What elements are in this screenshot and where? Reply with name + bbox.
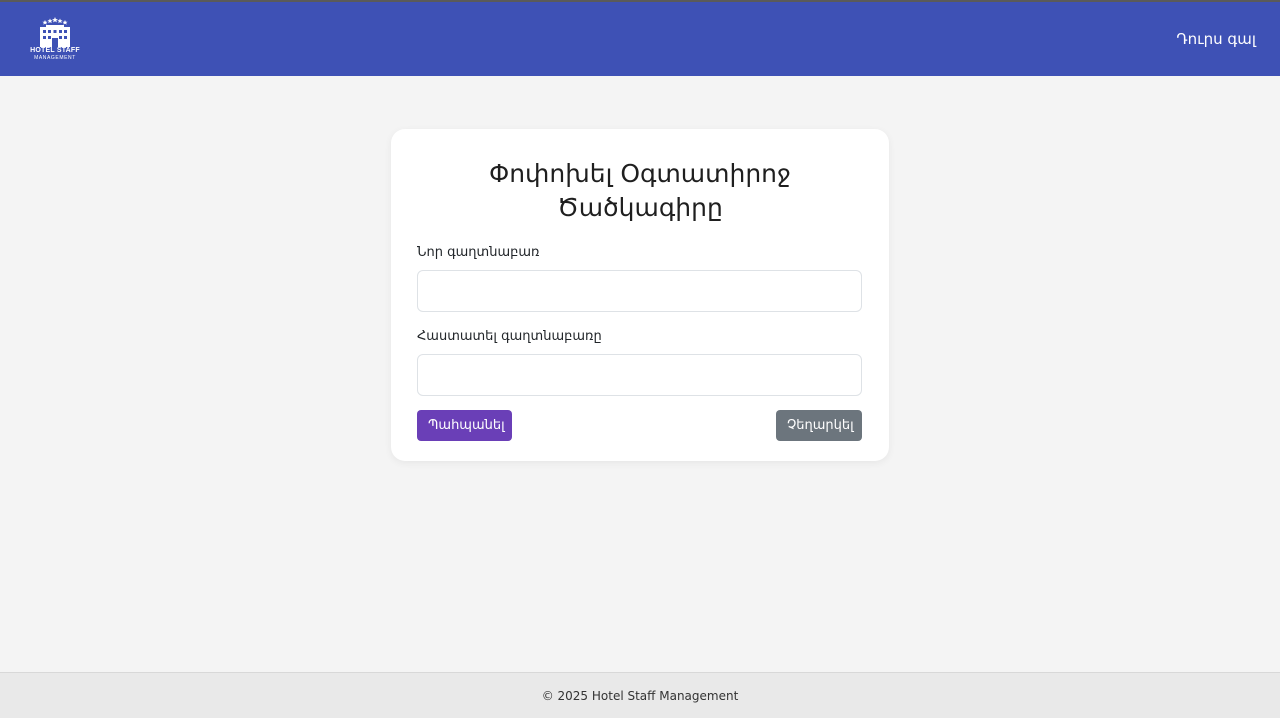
new-password-label: Նոր գաղտնաբառ [417,245,540,260]
hotel-logo[interactable]: HOTEL STAFF MANAGEMENT [30,15,80,63]
navbar: HOTEL STAFF MANAGEMENT Դուրս գալ [0,2,1280,76]
logout-link[interactable]: Դուրս գալ [1176,30,1256,48]
new-password-group: Նոր գաղտնաբառ [417,245,863,312]
hotel-building-icon [40,17,70,47]
logo-subtitle: MANAGEMENT [34,55,76,61]
confirm-password-label: Հաստատել գաղտնաբառը [417,329,602,344]
save-button[interactable]: Պահպանել [417,410,512,441]
confirm-password-group: Հաստատել գաղտնաբառը [417,329,863,396]
confirm-password-input[interactable] [417,354,862,396]
page-title: Փոփոխել Օգտատիրոջ Ծածկագիրը [488,159,792,222]
form-actions: Պահպանել Չեղարկել [417,410,862,441]
cancel-button[interactable]: Չեղարկել [776,410,862,441]
change-password-card: Փոփոխել Օգտատիրոջ Ծածկագիրը Նոր գաղտնաբա… [391,129,889,461]
new-password-input[interactable] [417,270,862,312]
logo-title: HOTEL STAFF [30,47,80,54]
footer: © 2025 Hotel Staff Management [0,672,1280,718]
footer-copyright: © 2025 Hotel Staff Management [541,688,739,703]
